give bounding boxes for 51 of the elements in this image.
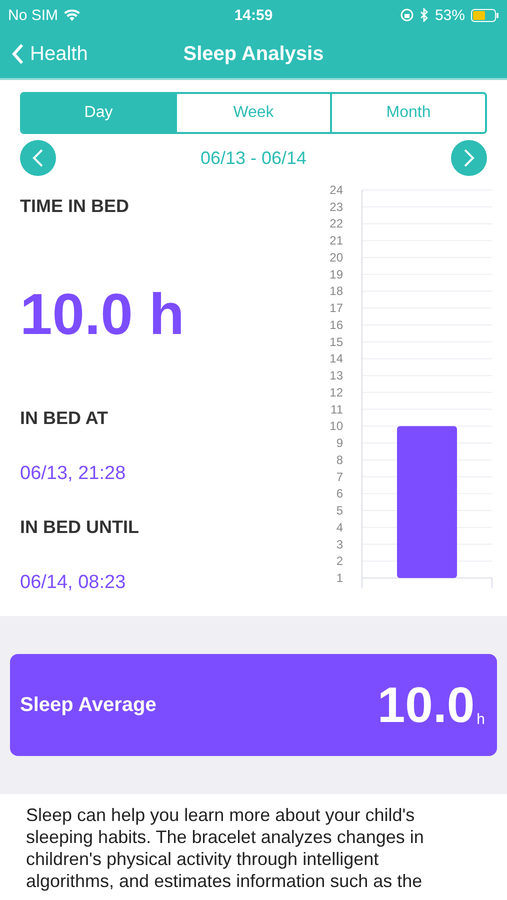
screen-title: Sleep Analysis xyxy=(183,42,324,64)
chevron-left-icon xyxy=(12,43,24,65)
axis-tick-label: 10 xyxy=(330,419,343,434)
date-range: 06/13 - 06/14 xyxy=(200,148,307,168)
stat-value: 10.0 h xyxy=(20,281,186,348)
stat-label: IN BED AT xyxy=(20,408,109,429)
stat-value: 06/14, 08:23 xyxy=(20,572,127,594)
average-unit: h xyxy=(476,711,485,728)
axis-tick-label: 13 xyxy=(330,368,343,383)
stat-value: 06/13, 21:28 xyxy=(20,463,127,485)
stat-label: TIME IN BED xyxy=(20,196,130,217)
axis-tick-label: 8 xyxy=(336,452,343,467)
carrier-label: No SIM xyxy=(8,6,58,24)
chevron-right-icon xyxy=(463,148,475,168)
battery-icon xyxy=(471,8,499,22)
axis-tick-label: 4 xyxy=(336,520,343,534)
axis-tick-label: 14 xyxy=(330,352,343,366)
average-label: Sleep Average xyxy=(20,694,156,716)
axis-tick-label: 7 xyxy=(336,470,343,484)
axis-tick-label: 21 xyxy=(330,234,343,248)
axis-tick-label: 17 xyxy=(330,301,343,316)
back-button[interactable]: Health xyxy=(12,42,88,66)
axis-tick-label: 3 xyxy=(336,537,343,552)
stat-label: IN BED UNTIL xyxy=(20,517,140,538)
axis-tick-label: 16 xyxy=(330,318,343,332)
status-time: 14:59 xyxy=(234,6,273,24)
previous-button[interactable] xyxy=(20,140,56,176)
description-text: Sleep can help you learn more about your child's sleeping habits. The bracelet analyzes changes in children's physical activity through intelligent algorithms, and estimates information such as the xyxy=(25,804,425,893)
battery-percentage: 53% xyxy=(434,6,465,24)
axis-tick-label: 5 xyxy=(336,504,343,518)
axis-tick-label: 2 xyxy=(336,554,343,568)
axis-tick-label: 15 xyxy=(330,334,343,349)
axis-tick-label: 1 xyxy=(336,571,343,585)
period-tab[interactable]: Month xyxy=(330,94,485,132)
chevron-left-icon xyxy=(32,148,44,168)
rotation-lock-icon xyxy=(400,8,414,22)
period-tab[interactable]: Day xyxy=(22,94,175,132)
axis-tick-label: 18 xyxy=(330,284,343,298)
bluetooth-icon xyxy=(420,8,429,22)
axis-tick-label: 19 xyxy=(330,267,343,282)
average-value: 10.0 xyxy=(377,676,475,734)
axis-tick-label: 12 xyxy=(330,385,343,400)
axis-tick-label: 9 xyxy=(336,436,343,450)
axis-tick-label: 22 xyxy=(330,216,343,231)
axis-tick-label: 20 xyxy=(330,250,343,264)
axis-tick-label: 24 xyxy=(330,183,343,197)
axis-tick-label: 11 xyxy=(330,402,343,416)
axis-tick-label: 23 xyxy=(330,200,343,214)
next-button[interactable] xyxy=(451,140,487,176)
wifi-icon xyxy=(64,9,80,21)
axis-tick-label: 6 xyxy=(336,486,343,501)
